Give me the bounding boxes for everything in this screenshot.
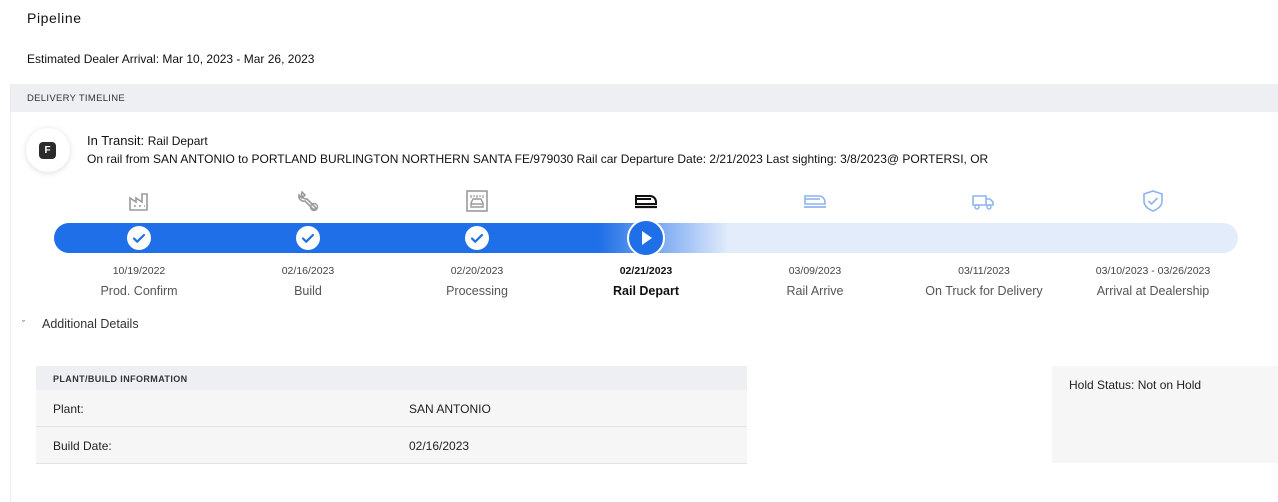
plant-build-header-label: PLANT/BUILD INFORMATION [53,374,188,384]
step-label: On Truck for Delivery [925,284,1043,298]
panel-header-label: DELIVERY TIMELINE [27,93,126,104]
step-date: 03/09/2023 [788,265,842,277]
wrench-icon [295,188,321,214]
hold-status: Hold Status: Not on Hold [1069,378,1202,392]
shield-check-icon [1140,188,1166,214]
row-value: SAN ANTONIO [409,402,491,416]
estimated-arrival: Estimated Dealer Arrival: Mar 10, 2023 -… [27,52,315,66]
step-date: 10/19/2022 [112,265,166,277]
status-line: In Transit: Rail Depart [87,133,208,148]
current-step-node [627,219,665,257]
step-label: Build [294,284,322,298]
play-icon [642,231,652,245]
check-icon [470,233,484,243]
step-date: 02/21/2023 [619,265,673,277]
status-prefix: In Transit: [87,133,145,148]
check-icon [301,233,315,243]
factory-icon [126,188,152,214]
row-key: Build Date: [53,439,112,453]
plant-build-table: PLANT/BUILD INFORMATION Plant: SAN ANTON… [36,366,747,464]
panel-header: DELIVERY TIMELINE [11,84,1278,112]
table-row: Plant: SAN ANTONIO [36,390,747,427]
row-key: Plant: [53,402,84,416]
table-row: Build Date: 02/16/2023 [36,427,747,464]
additional-details-toggle[interactable]: ˇ Additional Details [22,317,139,331]
check-icon [132,233,146,243]
step-label: Processing [446,284,508,298]
car-wash-icon [464,188,490,214]
additional-details-label: Additional Details [42,317,139,331]
train-arrive-icon [802,188,828,214]
step-date: 03/10/2023 - 03/26/2023 [1095,265,1211,277]
step-node [296,226,320,250]
step-label: Arrival at Dealership [1096,284,1210,298]
step-date: 02/20/2023 [450,265,504,277]
step-node [465,226,489,250]
chevron-down-icon: ˇ [22,319,25,329]
row-value: 02/16/2023 [409,439,470,453]
status-description: On rail from SAN ANTONIO to PORTLAND BUR… [87,152,989,166]
step-label: Prod. Confirm [100,284,178,298]
train-icon [633,188,659,214]
status-badge-circle: F [26,128,70,172]
hold-status-box: Hold Status: Not on Hold [1052,366,1278,463]
step-label: Rail Depart [613,284,679,298]
step-label: Rail Arrive [786,284,844,298]
status-sub: Rail Depart [147,134,208,148]
status-badge: F [39,142,56,159]
step-date: 02/16/2023 [281,265,335,277]
step-node [127,226,151,250]
truck-icon [971,188,997,214]
step-date: 03/11/2023 [958,265,1010,277]
page-title: Pipeline [27,10,82,26]
plant-build-header: PLANT/BUILD INFORMATION [36,366,747,390]
